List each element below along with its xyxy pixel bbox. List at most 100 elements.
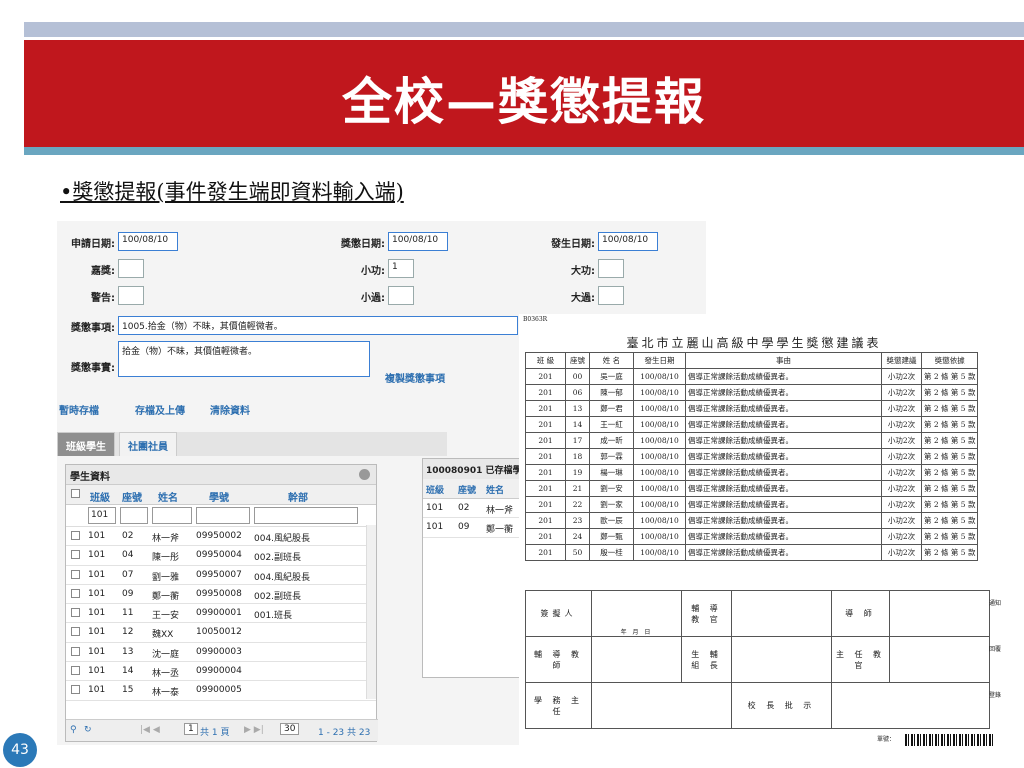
col-class[interactable]: 班級 (90, 489, 110, 504)
form-code: B0363R (523, 316, 548, 323)
report-cell: 100/08/10 (633, 528, 686, 545)
row-checkbox[interactable] (71, 646, 80, 656)
occur-date-label: 發生日期: (551, 239, 595, 250)
table-row[interactable]: 101 04 陳一彤 09950004 002.副班長 (66, 546, 376, 566)
save-upload-button[interactable]: 存檔及上傳 (135, 402, 185, 417)
report-cell: 100/08/10 (633, 464, 686, 481)
table-row[interactable]: 101 02 林一斧 09950002 004.風紀股長 (66, 527, 376, 547)
search-icon[interactable]: ⚲ (70, 725, 77, 735)
table-row[interactable]: 101 02 林一斧 (423, 499, 521, 519)
filter-name-input[interactable] (152, 507, 192, 524)
row-checkbox[interactable] (71, 550, 80, 560)
cell: 09 (458, 522, 470, 533)
reason-textarea[interactable]: 拾金（物）不昧，其價值輕微者。 (118, 341, 370, 377)
table-row[interactable]: 101 14 林一丞 09900004 (66, 662, 376, 682)
col-student-id[interactable]: 學號 (209, 489, 229, 504)
table-row[interactable]: 101 13 沈一庭 09900003 (66, 643, 376, 663)
occur-date-input[interactable]: 100/08/10 (598, 232, 658, 251)
cell: 沈一庭 (152, 649, 180, 660)
page-input[interactable]: 1 (184, 723, 198, 735)
copy-item-button[interactable]: 複製獎懲事項 (385, 370, 445, 385)
item-select[interactable]: 1005.拾金（物）不昧，其價值輕微者。 (118, 316, 518, 335)
report-cell: 小功2次 (881, 464, 922, 481)
row-checkbox[interactable] (71, 588, 80, 598)
report-cell: 小功2次 (881, 416, 922, 433)
apply-date-input[interactable]: 100/08/10 (118, 232, 178, 251)
report-cell: 鄭一君 (589, 400, 634, 417)
row-checkbox[interactable] (71, 531, 80, 540)
minor-demerit-input[interactable] (388, 286, 414, 305)
col-seat[interactable]: 座號 (122, 489, 142, 504)
temp-save-button[interactable]: 暫時存檔 (59, 402, 99, 417)
commend-input[interactable] (118, 259, 144, 278)
report-cell: 小功2次 (881, 496, 922, 513)
tab-club-members[interactable]: 社團社員 (119, 432, 177, 456)
grid-caption: 學生資料 (66, 465, 376, 485)
warning-input[interactable] (118, 286, 144, 305)
cell: 劉一雅 (152, 572, 180, 583)
major-demerit-input[interactable] (598, 286, 624, 305)
page-total: 共 1 頁 (200, 728, 230, 738)
first-page-icon[interactable]: |◀ ◀ (140, 725, 160, 735)
top-stripe (24, 22, 1024, 37)
collapse-icon[interactable] (359, 469, 370, 480)
grid-scrollbar[interactable] (366, 525, 376, 699)
table-row[interactable]: 101 11 王一安 09900001 001.班長 (66, 604, 376, 624)
student-grid: 學生資料 班級 座號 姓名 學號 幹部 101 101 02 林一斧 09950002… (65, 464, 378, 742)
table-row[interactable]: 101 07 劉一雅 09950007 004.風紀股長 (66, 566, 376, 585)
row-checkbox[interactable] (71, 608, 80, 618)
col-name[interactable]: 姓名 (158, 489, 178, 504)
accent-band (24, 147, 1024, 155)
cell: 林一丞 (152, 669, 180, 680)
row-checkbox[interactable] (71, 685, 80, 695)
cell: 09950008 (196, 588, 242, 599)
report-cell: 第 2 條 第 5 款 (920, 384, 979, 401)
table-row[interactable]: 101 12 魏XX 10050012 (66, 623, 376, 643)
report-header-row: 班 級 座號 姓 名 發生日期 事由 獎懲建議 獎懲依據 (525, 352, 979, 369)
clear-button[interactable]: 清除資料 (210, 402, 250, 417)
row-checkbox[interactable] (71, 666, 80, 676)
filter-seat-input[interactable] (120, 507, 148, 524)
cell: 王一安 (152, 611, 180, 622)
award-date-input[interactable]: 100/08/10 (388, 232, 448, 251)
next-page-icon[interactable]: ▶ ▶| (244, 725, 264, 735)
hdr-name: 姓 名 (589, 352, 634, 369)
filter-cadre-select[interactable] (254, 507, 358, 524)
table-row[interactable]: 101 15 林一泰 09900005 (66, 681, 376, 701)
sig-mentor: 導 師 (831, 590, 890, 637)
cell: 魏XX (152, 630, 174, 641)
report-cell: 第 2 條 第 5 款 (920, 416, 979, 433)
table-row[interactable]: 101 09 鄭一蘅 (423, 518, 521, 538)
row-checkbox[interactable] (71, 627, 80, 637)
report-cell: 第 2 條 第 5 款 (920, 496, 979, 513)
refresh-icon[interactable]: ↻ (84, 725, 92, 735)
filter-class-input[interactable]: 101 (88, 507, 116, 524)
select-all-checkbox[interactable] (71, 489, 80, 498)
cell: 09950007 (196, 569, 242, 580)
report-cell: 18 (565, 448, 590, 465)
major-merit-label: 大功: (571, 266, 595, 277)
filter-id-input[interactable] (196, 507, 250, 524)
report-cell: 倡導正常課餘活動成績優異者。 (685, 448, 882, 465)
report-row: 201 06 陳一郁 100/08/10 倡導正常課餘活動成績優異者。 小功2次第 2 條… (525, 384, 979, 401)
cell: 09950002 (196, 531, 242, 541)
cell: 101 (426, 522, 444, 533)
major-merit-input[interactable] (598, 259, 624, 278)
row-checkbox[interactable] (71, 569, 80, 579)
table-row[interactable]: 101 09 鄭一蘅 09950008 002.副班長 (66, 585, 376, 605)
col-name[interactable]: 姓名 (486, 483, 504, 496)
col-class[interactable]: 班級 (426, 483, 444, 496)
report-cell: 21 (565, 480, 590, 497)
col-seat[interactable]: 座號 (458, 483, 476, 496)
page-size-select[interactable]: 30 (280, 723, 300, 735)
report-cell: 小功2次 (881, 368, 922, 385)
report-cell: 201 (525, 544, 566, 561)
report-cell: 楊一琳 (589, 464, 634, 481)
major-demerit-label: 大過: (571, 293, 595, 304)
report-cell: 06 (565, 384, 590, 401)
grid-body: 101 02 林一斧 09950002 004.風紀股長 101 04 陳一彤 0995000… (66, 527, 376, 701)
report-cell: 17 (565, 432, 590, 449)
minor-merit-input[interactable]: 1 (388, 259, 414, 278)
tab-class-students[interactable]: 班級學生 (57, 432, 115, 456)
col-cadre[interactable]: 幹部 (288, 489, 308, 504)
